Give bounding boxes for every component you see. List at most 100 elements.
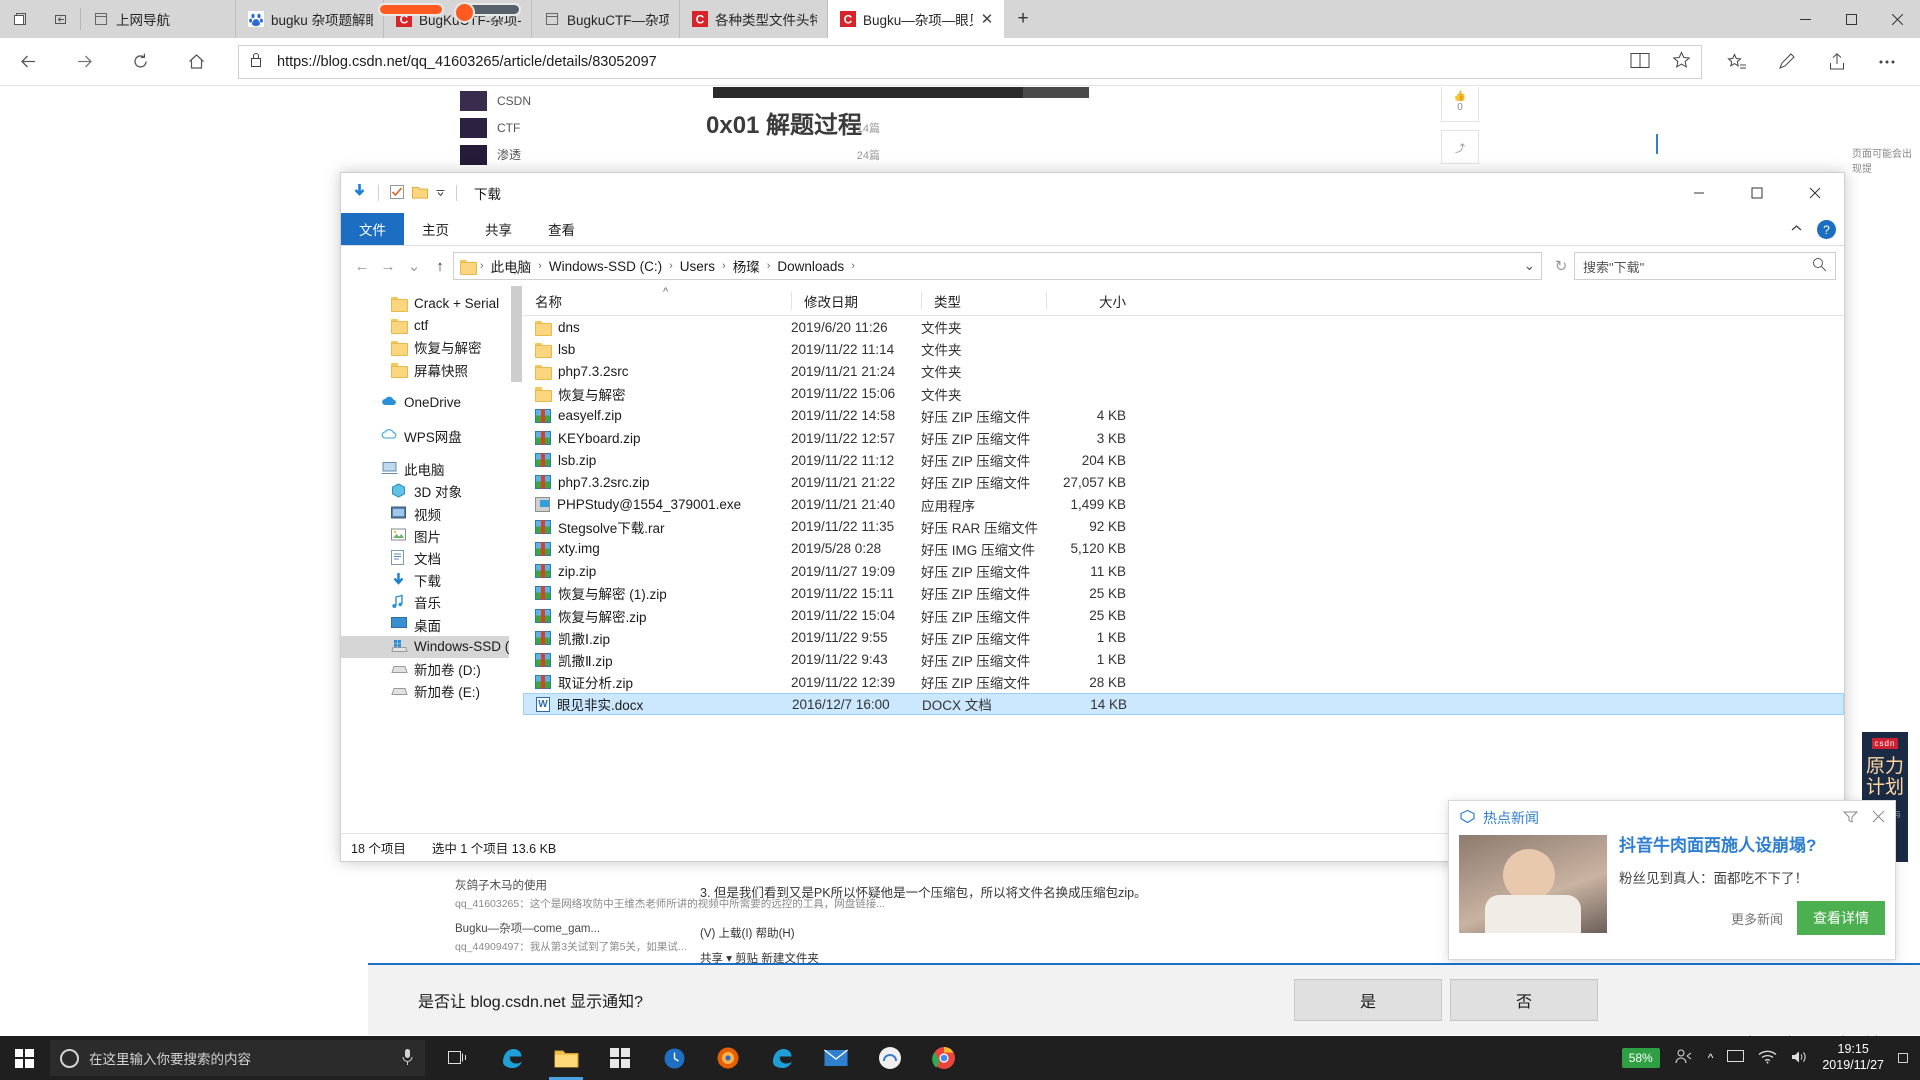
list-item[interactable]: 渗透 24篇 [460,141,880,168]
ribbon-tab-home[interactable]: 主页 [404,213,467,245]
nav-item-3d-objects[interactable]: 3D 对象 [341,480,509,502]
edge2-icon[interactable] [755,1036,809,1080]
table-row[interactable]: lsb.zip 2019/11/22 11:12 好压 ZIP 压缩文件 204… [523,449,1844,471]
like-button[interactable]: 👍 0 [1441,87,1479,122]
checkbox-icon[interactable] [389,184,405,203]
clock[interactable]: 19:15 2019/11/27 [1822,1042,1884,1073]
address-dropdown-icon[interactable]: ⌄ [1524,258,1535,274]
breadcrumb-item-1[interactable]: Windows-SSD (C:) [546,259,665,274]
web-notes-pen-icon[interactable] [1762,38,1812,86]
table-row[interactable]: Stegsolve下载.rar 2019/11/22 11:35 好压 RAR … [523,516,1844,538]
ribbon-tab-file[interactable]: 文件 [341,213,404,245]
block-button[interactable]: 否 [1450,979,1598,1021]
search-icon[interactable] [1812,257,1827,275]
store-icon[interactable] [593,1036,647,1080]
nav-item-volume-e[interactable]: 新加卷 (E:) [341,680,509,702]
favorites-hub-icon[interactable] [1712,38,1762,86]
nav-item-desktop[interactable]: 桌面 [341,613,509,635]
nav-item-screenshots[interactable]: 屏幕快照 [341,359,509,381]
more-options-icon[interactable] [1862,38,1912,86]
nav-item-windows-ssd[interactable]: Windows-SSD ( [341,635,509,658]
close-icon[interactable]: ✕ [980,10,994,28]
share-button[interactable]: ⤴ [1441,130,1479,164]
taskbar-search-input[interactable]: 在这里输入你要搜索的内容 [50,1040,425,1076]
browser-tab-0[interactable]: 上网导航 [81,0,236,38]
forward-button[interactable] [56,38,112,86]
more-news-link[interactable]: 更多新闻 [1731,909,1783,928]
filter-icon[interactable] [1842,810,1859,826]
ribbon-tab-view[interactable]: 查看 [530,213,593,245]
chevron-up-icon[interactable] [1790,222,1803,238]
edge-icon[interactable] [485,1036,539,1080]
browser-tab-5-active[interactable]: C Bugku—杂项—眼见非实 ✕ [828,0,1004,38]
close-icon[interactable] [1872,810,1885,826]
column-header-type[interactable]: 类型 [921,291,1046,310]
scrollbar-thumb[interactable] [511,286,522,382]
nav-item-crack-serial[interactable]: Crack + Serial [341,292,509,314]
browser-tab-3[interactable]: BugkuCTF—杂项MISC—Wri [532,0,680,38]
table-row[interactable]: PHPStudy@1554_379001.exe 2019/11/21 21:4… [523,494,1844,516]
nav-pane-scrollbar[interactable]: ^ [509,270,523,833]
maximize-button[interactable] [1828,0,1874,38]
column-header-size[interactable]: 大小 [1046,291,1136,310]
table-row[interactable]: 取证分析.zip 2019/11/22 12:39 好压 ZIP 压缩文件 28… [523,671,1844,693]
breadcrumb-item-2[interactable]: Users [677,259,718,274]
nav-item-volume-d[interactable]: 新加卷 (D:) [341,658,509,680]
nav-item-recovery-decrypt[interactable]: 恢复与解密 [341,336,509,358]
minimize-button[interactable] [1670,173,1728,213]
search-input[interactable]: 搜索"下载" [1574,252,1836,280]
chrome-icon[interactable] [917,1036,971,1080]
refresh-button[interactable] [112,38,168,86]
maximize-button[interactable] [1728,173,1786,213]
wifi-icon[interactable] [1758,1050,1777,1067]
file-explorer-icon[interactable] [539,1036,593,1080]
ribbon-tab-share[interactable]: 共享 [467,213,530,245]
news-thumbnail[interactable] [1459,835,1607,933]
browser-tab-4[interactable]: C 各种类型文件头特征码 - 胡; [680,0,828,38]
table-row-selected[interactable]: 眼见非实.docx 2016/12/7 16:00 DOCX 文档 14 KB [523,693,1844,716]
volume-icon[interactable] [1791,1050,1808,1067]
help-icon[interactable]: ? [1817,220,1836,239]
nav-item-music[interactable]: 音乐 [341,591,509,613]
nav-item-videos[interactable]: 视频 [341,503,509,525]
explorer-forward-button[interactable]: → [375,251,401,281]
clock-app-icon[interactable] [647,1036,701,1080]
list-item[interactable]: CSDN [460,87,880,114]
navigation-pane[interactable]: Crack + Serial ctf 恢复与解密 屏幕快照 OneDrive W… [341,286,509,833]
browser-tab-1[interactable]: bugku 杂项题解眼见非实_百 [236,0,384,38]
chevron-up-icon[interactable]: ^ [1708,1051,1714,1065]
address-bar[interactable]: https://blog.csdn.net/qq_41603265/articl… [238,44,1702,79]
firefox-icon[interactable] [701,1036,755,1080]
download-icon[interactable] [351,183,368,203]
table-row[interactable]: easyelf.zip 2019/11/22 14:58 好压 ZIP 压缩文件… [523,405,1844,427]
column-header-name[interactable]: 名称 [523,292,791,310]
nav-item-downloads[interactable]: 下载 [341,569,509,591]
table-row[interactable]: KEYboard.zip 2019/11/22 12:57 好压 ZIP 压缩文… [523,427,1844,449]
list-item[interactable]: CTF 14篇 [460,114,880,141]
table-row[interactable]: xty.img 2019/5/28 0:28 好压 IMG 压缩文件 5,120… [523,538,1844,560]
home-button[interactable] [168,38,224,86]
table-row[interactable]: 恢复与解密 2019/11/22 15:06 文件夹 [523,383,1844,405]
table-row[interactable]: 凯撒Ⅰ.zip 2019/11/22 9:55 好压 ZIP 压缩文件 1 KB [523,627,1844,649]
close-button[interactable] [1786,173,1844,213]
table-row[interactable]: 恢复与解密.zip 2019/11/22 15:04 好压 ZIP 压缩文件 2… [523,604,1844,626]
table-row[interactable]: 凯撒Ⅱ.zip 2019/11/22 9:43 好压 ZIP 压缩文件 1 KB [523,649,1844,671]
action-center-icon[interactable] [1898,1053,1908,1063]
view-details-button[interactable]: 查看详情 [1797,901,1885,936]
recent-locations-button[interactable]: ⌄ [401,251,427,281]
nav-item-documents[interactable]: 文档 [341,547,509,569]
anaconda-icon[interactable] [863,1036,917,1080]
table-row[interactable]: php7.3.2src.zip 2019/11/21 21:22 好压 ZIP … [523,471,1844,493]
breadcrumb-item-3[interactable]: 杨璨 [730,256,763,276]
table-row[interactable]: dns 2019/6/20 11:26 文件夹 [523,316,1844,338]
nav-item-wps-cloud[interactable]: WPS网盘 [341,425,509,447]
nav-item-this-pc[interactable]: 此电脑 [341,458,509,480]
allow-button[interactable]: 是 [1294,979,1442,1021]
set-aside-tabs-icon[interactable] [40,0,80,38]
nav-item-onedrive[interactable]: OneDrive [341,392,509,414]
table-row[interactable]: lsb 2019/11/22 11:14 文件夹 [523,338,1844,360]
table-row[interactable]: zip.zip 2019/11/27 19:09 好压 ZIP 压缩文件 11 … [523,560,1844,582]
favorite-star-icon[interactable] [1672,50,1691,73]
breadcrumb[interactable]: › 此电脑 › Windows-SSD (C:) › Users › 杨璨 › … [453,252,1542,280]
table-row[interactable]: php7.3.2src 2019/11/21 21:24 文件夹 [523,360,1844,382]
